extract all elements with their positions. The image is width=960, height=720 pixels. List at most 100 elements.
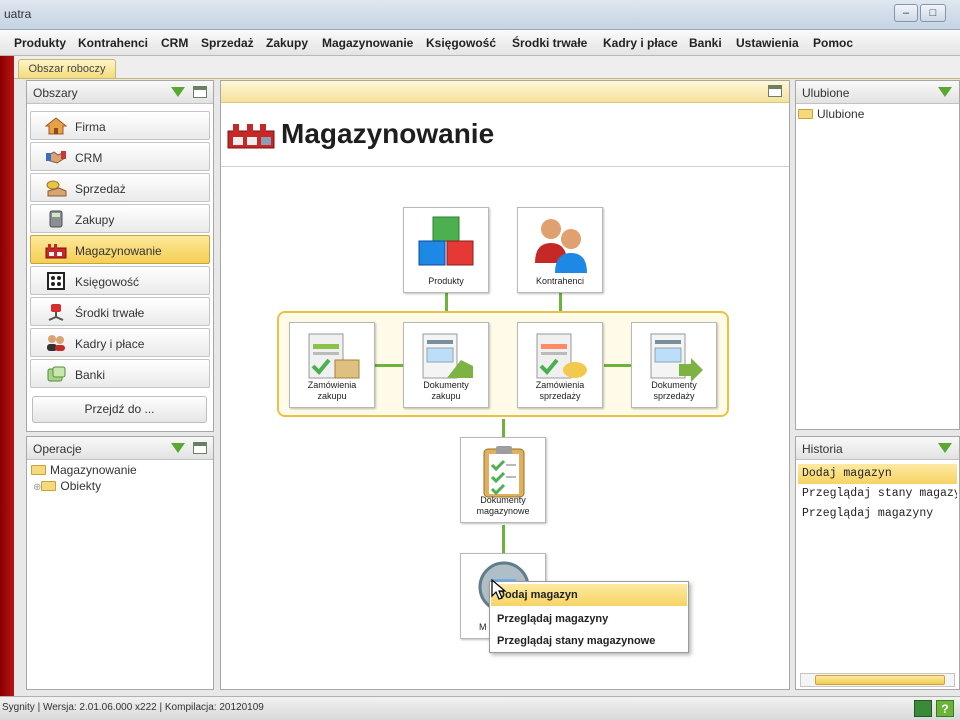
node-label-line: Dokumenty [423,380,469,390]
area-label: Banki [75,368,106,382]
area-zakupy[interactable]: Zakupy [30,204,210,233]
bank-icon [47,366,66,382]
sales-order-icon [536,333,587,379]
area-label: Środki trwałe [75,306,145,320]
menu-sprzedaz[interactable]: Sprzedaż [201,36,254,50]
tree-item-ulubione[interactable]: Ulubione [798,107,864,121]
collapse-icon[interactable] [171,443,185,453]
node-label-line: Dokumenty [651,380,697,390]
node-zamowienia-zakupu[interactable]: Zamówienia zakupu [289,322,375,408]
operations-header: Operacje [27,437,213,460]
node-label: Kontrahenci [535,276,585,286]
tab-workspace[interactable]: Obszar roboczy [18,59,116,78]
area-kadry-i-place[interactable]: Kadry i płace [30,328,210,357]
node-label: Zamówienia sprzedaży [518,380,602,402]
collapse-icon[interactable] [938,443,952,453]
area-sprzedaz[interactable]: Sprzedaż [30,173,210,202]
menu-ustawienia[interactable]: Ustawienia [736,36,799,50]
divider [221,166,789,167]
menu-banki[interactable]: Banki [689,36,722,50]
menu-ksiegowosc[interactable]: Księgowość [426,36,496,50]
node-label-line: sprzedaży [539,391,581,401]
collapse-icon[interactable] [938,87,952,97]
connector-line [445,293,448,313]
expand-icon[interactable]: ⊕ [33,482,41,493]
node-label-line: zakupu [431,391,461,401]
folder-icon [41,481,57,491]
horizontal-scrollbar[interactable] [800,673,955,687]
scrollbar-thumb[interactable] [815,675,945,685]
area-banki[interactable]: Banki [30,359,210,388]
node-label-line: Zamówienia [307,380,357,390]
page-title: Magazynowanie [281,118,495,149]
monitor-icon[interactable] [914,700,932,717]
menu-kontrahenci[interactable]: Kontrahenci [78,36,148,50]
maximize-panel-icon[interactable] [768,85,782,97]
maximize-button[interactable]: □ [920,4,946,22]
menu-item-przegladaj-magazyny[interactable]: Przeglądaj magazyny [491,608,687,630]
operations-panel: Operacje Magazynowanie ⊕ Obiekty [26,436,214,690]
menu-item-dodaj-magazyn[interactable]: Dodaj magazyn [491,584,687,606]
node-label: Dokumenty sprzedaży [632,380,716,402]
area-magazynowanie[interactable]: Magazynowanie [30,235,210,264]
favorites-panel: Ulubione Ulubione [795,80,960,430]
menu-item-przegladaj-stany[interactable]: Przeglądaj stany magazynowe [491,630,687,652]
handshake-icon [46,151,66,164]
node-kontrahenci[interactable]: Kontrahenci [517,207,603,293]
area-label: Firma [75,120,106,134]
menu-magazynowanie[interactable]: Magazynowanie [322,36,413,50]
area-firma[interactable]: Firma [30,111,210,140]
menu-kadry-i-place[interactable]: Kadry i płace [603,36,678,50]
areas-header: Obszary [27,81,213,104]
area-srodki-trwale[interactable]: Środki trwałe [30,297,210,326]
node-label: Dokumenty zakupu [404,380,488,402]
node-dokumenty-zakupu[interactable]: Dokumenty zakupu [403,322,489,408]
history-panel: Historia Dodaj magazyn Przeglądaj stany … [795,436,960,690]
brand-stripe [0,56,14,696]
area-label: Sprzedaż [75,182,126,196]
mouse-cursor-icon [491,579,507,600]
areas-title: Obszary [33,86,78,100]
favorites-header: Ulubione [796,81,959,104]
area-label: Kadry i płace [75,337,145,351]
tree-item-obiekty[interactable]: ⊕ Obiekty [33,479,101,493]
menu-produkty[interactable]: Produkty [14,36,66,50]
area-label: Księgowość [75,275,140,289]
node-label-line: sprzedaży [653,391,695,401]
node-dokumenty-magazynowe[interactable]: Dokumenty magazynowe [460,437,546,523]
window-title: uatra [4,7,32,21]
node-label: Dokumenty magazynowe [461,495,545,517]
node-zamowienia-sprzedazy[interactable]: Zamówienia sprzedaży [517,322,603,408]
history-item[interactable]: Dodaj magazyn [798,464,957,484]
node-label-line: zakupu [317,391,347,401]
sales-invoice-icon [650,333,703,382]
collapse-icon[interactable] [171,87,185,97]
help-icon[interactable]: ? [936,700,954,717]
title-bar: uatra – □ [0,0,960,30]
node-label-line: Zamówienia [535,380,585,390]
people-icon [47,335,65,351]
favorites-title: Ulubione [802,86,850,100]
history-item[interactable]: Przeglądaj magazyny [798,504,957,524]
node-produkty[interactable]: Produkty [403,207,489,293]
maximize-panel-icon[interactable] [193,442,207,454]
menu-crm[interactable]: CRM [161,36,188,50]
warehouse-icon [45,244,67,259]
area-crm[interactable]: CRM [30,142,210,171]
tree-item-magazynowanie[interactable]: Magazynowanie [31,463,137,477]
boxes-icon [418,216,474,266]
area-ksiegowosc[interactable]: Księgowość [30,266,210,295]
warehouse-icon [227,124,275,149]
node-dokumenty-sprzedazy[interactable]: Dokumenty sprzedaży [631,322,717,408]
menu-pomoc[interactable]: Pomoc [813,36,853,50]
area-label: CRM [75,151,103,165]
calculator-icon [49,210,63,228]
minimize-button[interactable]: – [894,4,918,22]
connector-line [502,419,505,437]
history-item[interactable]: Przeglądaj stany magazynowe [798,484,957,504]
history-header: Historia [796,437,959,460]
menu-srodki-trwale[interactable]: Środki trwałe [512,36,587,50]
maximize-panel-icon[interactable] [193,86,207,98]
goto-button[interactable]: Przejdź do ... [32,396,207,423]
menu-zakupy[interactable]: Zakupy [266,36,308,50]
